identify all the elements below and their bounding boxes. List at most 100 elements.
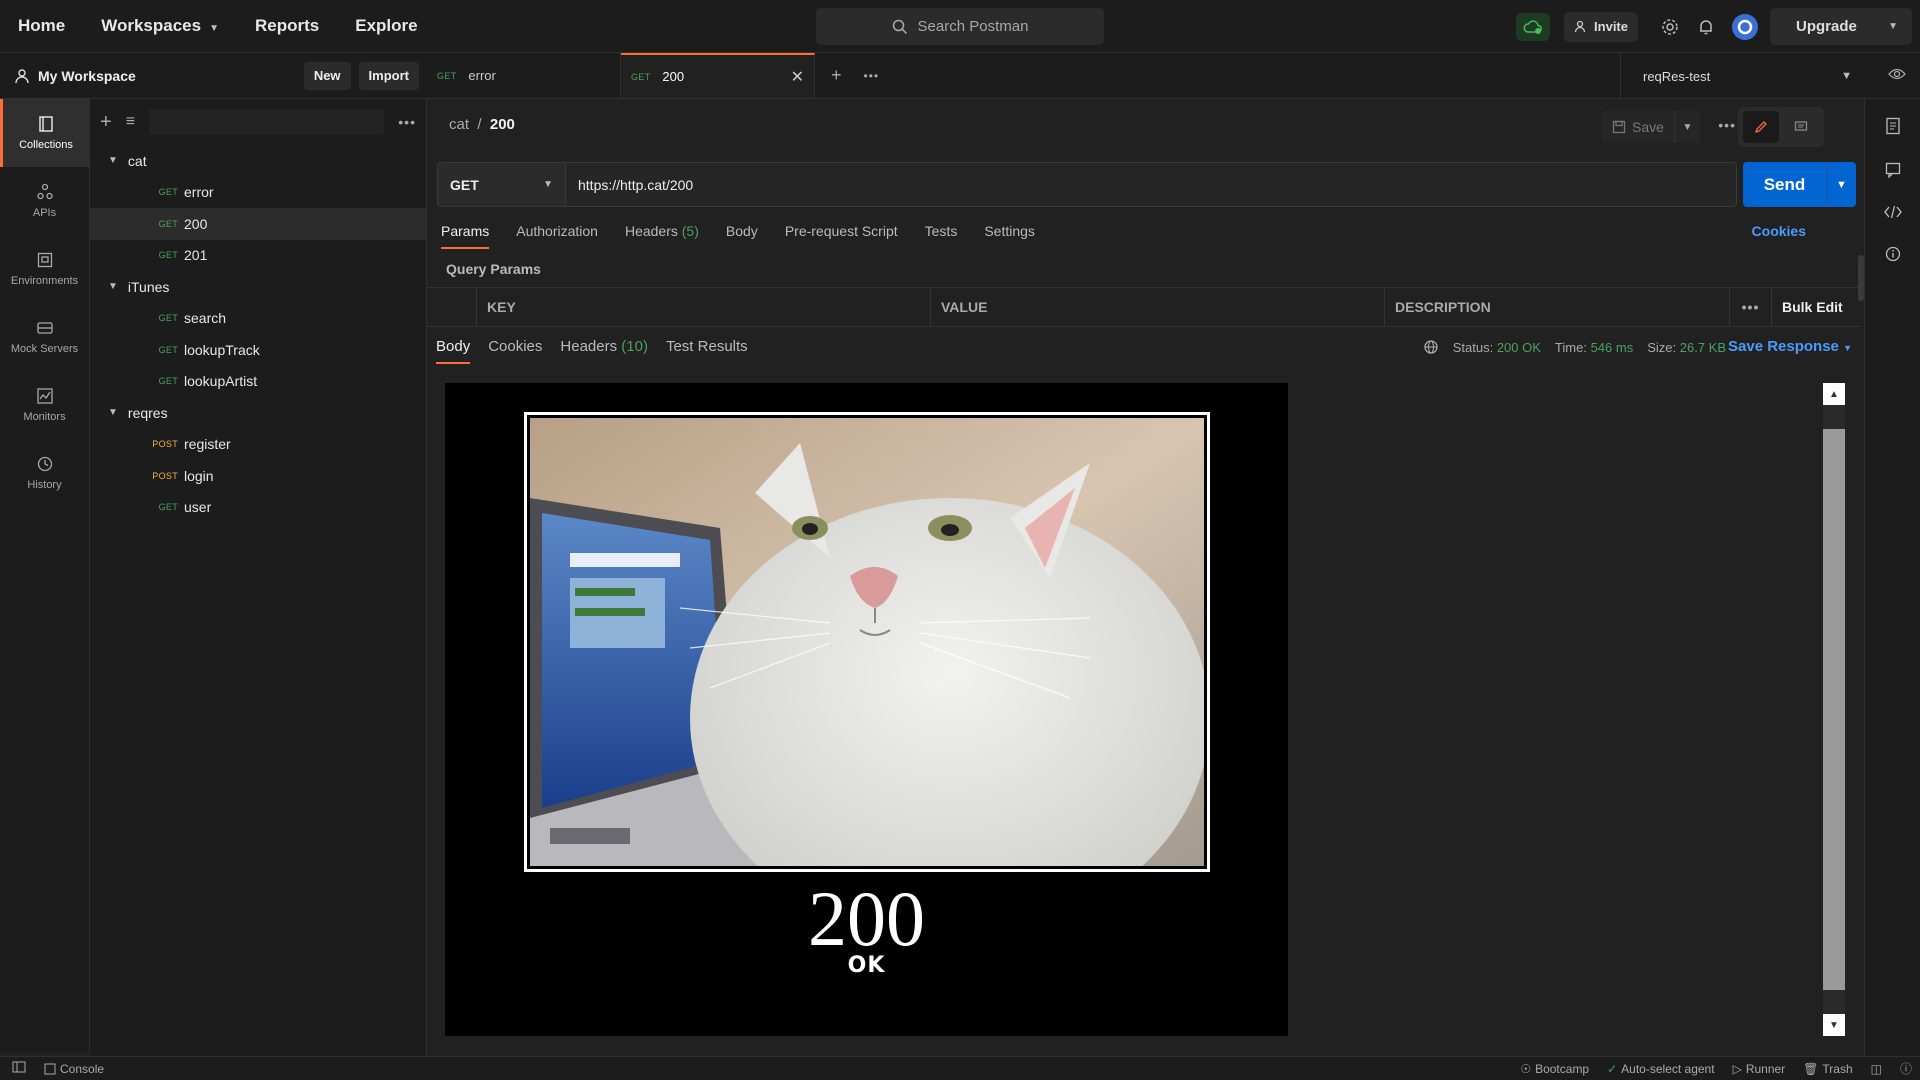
nav-explore[interactable]: Explore xyxy=(355,16,417,36)
tab-error[interactable]: GET error xyxy=(427,53,621,98)
tab-200[interactable]: GET 200 ✕ xyxy=(621,53,815,98)
search-bar[interactable]: Search Postman xyxy=(816,8,1104,45)
size-meta[interactable]: Size: 26.7 KB xyxy=(1647,340,1726,355)
scroll-down-arrow-icon[interactable]: ▼ xyxy=(1823,1014,1845,1036)
response-tab-cookies[interactable]: Cookies xyxy=(488,338,542,364)
environment-label: reqRes-test xyxy=(1643,68,1711,84)
method-select[interactable]: GET ▼ xyxy=(437,162,566,207)
tab-authorization[interactable]: Authorization xyxy=(516,223,598,249)
request-item[interactable]: GET user xyxy=(90,492,426,524)
request-item[interactable]: GET 201 xyxy=(90,240,426,272)
new-button[interactable]: New xyxy=(303,61,351,90)
avatar[interactable] xyxy=(1732,13,1758,40)
edit-mode-button[interactable] xyxy=(1743,111,1779,143)
request-item[interactable]: GET lookupTrack xyxy=(90,334,426,366)
collection-folder[interactable]: ▼ cat xyxy=(90,145,426,177)
url-input[interactable] xyxy=(566,162,1737,207)
tab-headers[interactable]: Headers (5) xyxy=(625,223,699,249)
collection-folder[interactable]: ▼ iTunes xyxy=(90,271,426,303)
bootcamp-button[interactable]: ☉ Bootcamp xyxy=(1520,1062,1589,1076)
tab-label: 200 xyxy=(662,69,685,84)
response-scrollbar[interactable]: ▲ ▼ xyxy=(1823,383,1845,1036)
chevron-down-icon: ▼ xyxy=(543,179,553,190)
rail-history[interactable]: History xyxy=(0,439,89,507)
settings-button[interactable] xyxy=(1652,9,1688,45)
request-item[interactable]: GET 200 xyxy=(90,208,426,240)
request-item[interactable]: GET lookupArtist xyxy=(90,366,426,398)
trash-button[interactable]: 🗑 Trash xyxy=(1803,1062,1852,1076)
response-tab-headers[interactable]: Headers (10) xyxy=(560,338,648,364)
comment-mode-button[interactable] xyxy=(1783,111,1819,143)
eye-icon[interactable] xyxy=(1888,67,1906,84)
notifications-button[interactable] xyxy=(1688,9,1724,45)
sync-status-button[interactable] xyxy=(1516,12,1551,41)
nav-workspaces[interactable]: Workspaces ▼ xyxy=(101,16,219,36)
request-item[interactable]: POST register xyxy=(90,429,426,461)
column-options-icon[interactable]: ••• xyxy=(1730,288,1772,326)
tab-body[interactable]: Body xyxy=(726,223,758,249)
comments-icon[interactable] xyxy=(1885,162,1901,181)
tab-prerequest-script[interactable]: Pre-request Script xyxy=(785,223,898,249)
collection-folder[interactable]: ▼ reqres xyxy=(90,397,426,429)
rail-environments[interactable]: Environments xyxy=(0,235,89,303)
filter-icon[interactable]: ≡ xyxy=(126,113,135,131)
request-item[interactable]: POST login xyxy=(90,460,426,492)
nav-reports[interactable]: Reports xyxy=(255,16,319,36)
documentation-icon[interactable] xyxy=(1885,117,1901,138)
rail-mock-servers[interactable]: Mock Servers xyxy=(0,303,89,371)
response-tab-test-results[interactable]: Test Results xyxy=(666,338,748,364)
rail-monitors[interactable]: Monitors xyxy=(0,371,89,439)
cookies-link[interactable]: Cookies xyxy=(1752,223,1806,239)
status-left: Console xyxy=(0,1061,104,1076)
request-label: user xyxy=(184,499,212,516)
more-tabs-icon[interactable]: ••• xyxy=(864,69,880,83)
breadcrumb-parent[interactable]: cat xyxy=(449,116,469,133)
console-icon xyxy=(44,1063,56,1074)
save-button[interactable]: Save xyxy=(1602,111,1674,143)
tab-settings[interactable]: Settings xyxy=(984,223,1035,249)
info-icon[interactable] xyxy=(1885,246,1901,265)
new-tab-icon[interactable]: + xyxy=(831,65,842,86)
bulk-edit-button[interactable]: Bulk Edit xyxy=(1772,288,1861,326)
save-dropdown[interactable]: ▼ xyxy=(1674,111,1700,143)
upgrade-button[interactable]: Upgrade ▼ xyxy=(1770,8,1912,45)
close-icon[interactable]: ✕ xyxy=(791,67,804,87)
request-item[interactable]: GET error xyxy=(90,177,426,209)
nav-home[interactable]: Home xyxy=(18,16,65,36)
globe-icon[interactable] xyxy=(1423,339,1439,355)
rail-collections[interactable]: Collections xyxy=(0,99,89,167)
agent-button[interactable]: ✓ Auto-select agent xyxy=(1607,1062,1714,1076)
more-options-icon[interactable]: ••• xyxy=(398,114,416,130)
request-item[interactable]: GET search xyxy=(90,303,426,335)
code-icon[interactable] xyxy=(1883,205,1902,222)
two-pane-icon[interactable]: ◫ xyxy=(1871,1062,1882,1076)
console-button[interactable]: Console xyxy=(44,1062,104,1076)
tab-params[interactable]: Params xyxy=(441,223,490,249)
bell-icon xyxy=(1700,19,1712,34)
more-options-icon[interactable]: ••• xyxy=(1718,117,1736,133)
method-badge: GET xyxy=(158,313,178,324)
add-collection-icon[interactable]: + xyxy=(100,111,112,134)
import-button[interactable]: Import xyxy=(358,61,419,90)
chevron-down-icon[interactable]: ▼ xyxy=(1826,162,1856,207)
environment-selector[interactable]: reqRes-test ▼ xyxy=(1620,53,1864,99)
rail-label: Environments xyxy=(10,275,79,287)
rail-apis[interactable]: APIs xyxy=(0,167,89,235)
save-response-button[interactable]: Save Response ▼ xyxy=(1728,338,1852,355)
scrollbar-thumb[interactable] xyxy=(1823,429,1845,990)
tab-tests[interactable]: Tests xyxy=(925,223,958,249)
help-icon[interactable]: ⓘ xyxy=(1900,1060,1912,1077)
workspace-title[interactable]: My Workspace xyxy=(38,68,304,84)
invite-button[interactable]: Invite xyxy=(1564,11,1638,42)
send-button[interactable]: Send ▼ xyxy=(1743,162,1856,207)
breadcrumb-current[interactable]: 200 xyxy=(490,116,515,133)
runner-button[interactable]: ▷ Runner xyxy=(1733,1062,1786,1076)
tab-label: error xyxy=(468,68,496,83)
response-tab-body[interactable]: Body xyxy=(436,338,471,364)
time-meta[interactable]: Time: 546 ms xyxy=(1555,340,1633,355)
status-meta[interactable]: Status: 200 OK xyxy=(1453,340,1541,355)
toggle-sidebar-icon[interactable] xyxy=(12,1061,26,1076)
scroll-up-arrow-icon[interactable]: ▲ xyxy=(1823,383,1845,405)
filter-input[interactable] xyxy=(149,109,385,135)
request-label: 200 xyxy=(184,215,208,232)
